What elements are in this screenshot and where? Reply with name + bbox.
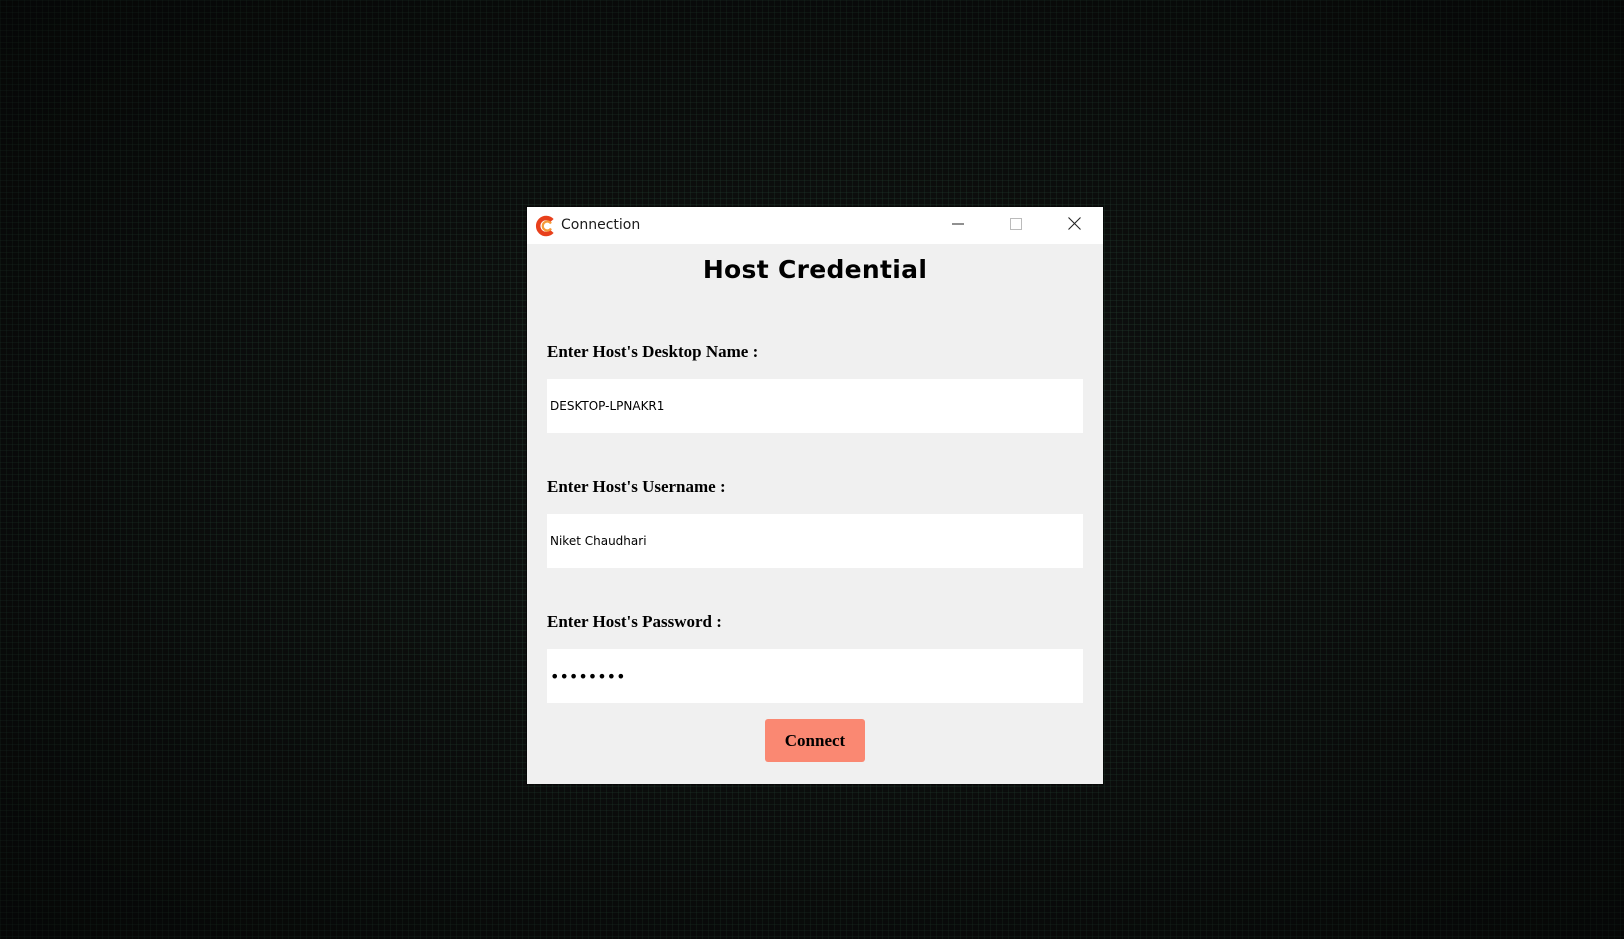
maximize-button[interactable] bbox=[987, 207, 1045, 244]
minimize-button[interactable] bbox=[929, 207, 987, 244]
connection-window: Connection Host Credential Enter Host's … bbox=[527, 207, 1103, 784]
desktop-name-input[interactable] bbox=[547, 379, 1083, 433]
password-label: Enter Host's Password : bbox=[547, 612, 722, 631]
close-icon bbox=[1067, 216, 1081, 235]
username-input[interactable] bbox=[547, 514, 1083, 568]
window-title: Connection bbox=[561, 217, 641, 233]
c-logo-icon bbox=[535, 215, 557, 237]
desktop-name-label: Enter Host's Desktop Name : bbox=[547, 342, 759, 361]
password-input[interactable] bbox=[547, 649, 1083, 703]
username-label: Enter Host's Username : bbox=[547, 477, 726, 496]
connect-button[interactable]: Connect bbox=[765, 719, 865, 762]
page-title: Host Credential bbox=[702, 255, 928, 284]
close-button[interactable] bbox=[1045, 207, 1103, 244]
minimize-icon bbox=[952, 217, 964, 235]
maximize-icon bbox=[1010, 217, 1022, 235]
title-bar[interactable]: Connection bbox=[527, 207, 1103, 244]
